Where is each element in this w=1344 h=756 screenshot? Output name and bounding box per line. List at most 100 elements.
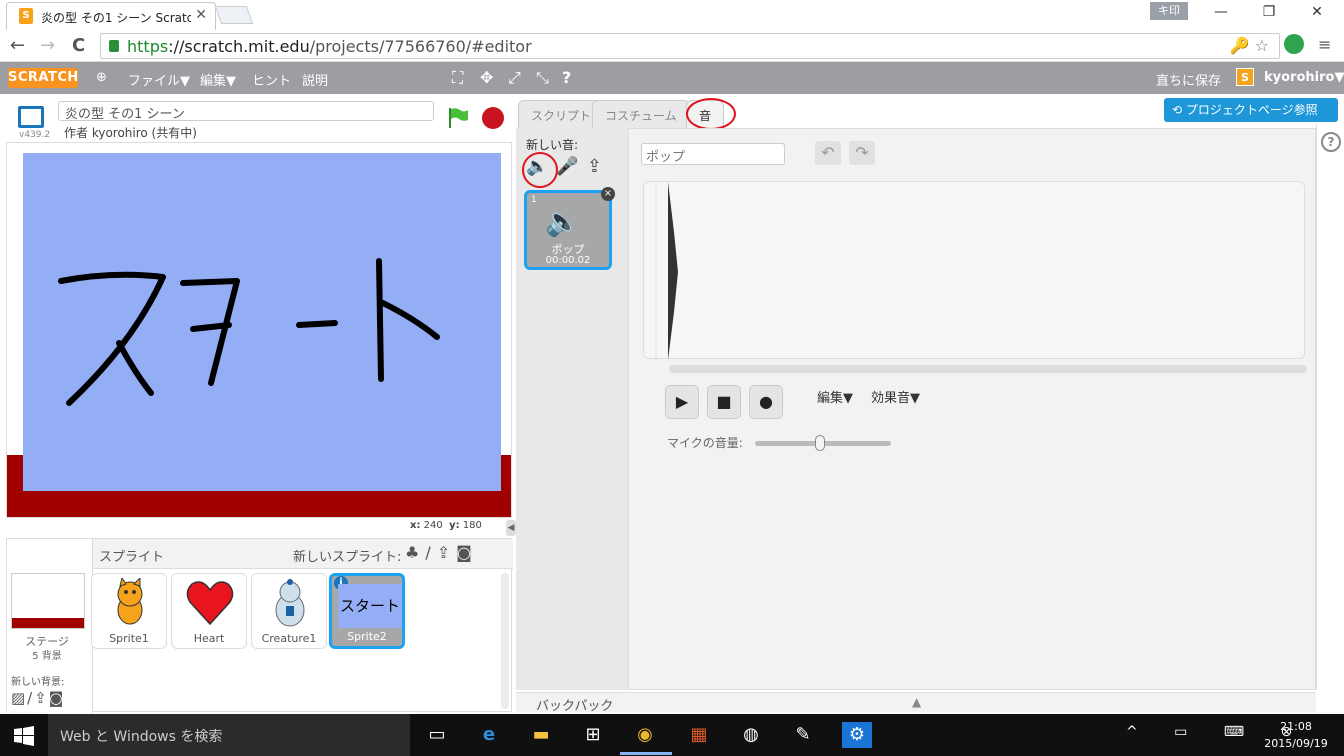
new-tab-button[interactable] (214, 6, 254, 24)
grow-tool-icon[interactable]: ⤢ (508, 68, 521, 88)
edit-dropdown[interactable]: 編集▼ (817, 387, 853, 406)
waveform (655, 182, 678, 360)
save-now-button[interactable]: 直ちに保存 (1156, 70, 1221, 89)
back-button[interactable]: ← (10, 35, 25, 56)
tab-costumes[interactable]: コスチューム (592, 100, 690, 128)
app-grid-icon[interactable]: ▦ (684, 722, 714, 748)
new-backdrop-icons[interactable]: ▨/⇪◙ (11, 689, 65, 707)
stage-backdrop-count: 5 背景 (32, 651, 62, 662)
backpack-bar[interactable]: バックパック ▲ (516, 692, 1316, 714)
tab-title: 炎の型 その1 シーン Scratch 1 (41, 11, 191, 25)
project-title-input[interactable]: 炎の型 その1 シーン (58, 101, 434, 122)
scratch-logo[interactable]: SCRATCH (8, 68, 78, 88)
fullscreen-icon[interactable] (18, 106, 44, 128)
address-bar-row: ← → C https://scratch.mit.edu/projects/7… (0, 30, 1344, 62)
collapse-stage-icon[interactable]: ◀ (506, 520, 516, 536)
sprite-card-creature1[interactable]: Creature1 (251, 573, 327, 649)
redo-button[interactable]: ↷ (849, 141, 875, 165)
sprite-name: Sprite2 (347, 630, 387, 643)
username-menu[interactable]: kyorohiro▼ (1264, 70, 1344, 85)
version-label: v439.2 (19, 130, 51, 140)
menu-edit[interactable]: 編集▼ (200, 70, 236, 89)
delete-tool-icon[interactable]: ✥ (480, 68, 493, 87)
tab-close-icon[interactable]: ✕ (195, 7, 207, 23)
stage-coordinates: x: 240 y: 180 (410, 520, 482, 531)
sprite-card-sprite2[interactable]: i スタート Sprite2 (329, 573, 405, 649)
sound-duration: 00:00.02 (545, 255, 591, 266)
sound-card[interactable]: 1 🔈 ポップ 00:00.02 × (524, 187, 615, 270)
annotation-circle-library (522, 152, 558, 188)
duplicate-tool-icon[interactable]: ⛶ (452, 68, 463, 88)
stage-thumbnail[interactable] (11, 573, 85, 629)
file-explorer-icon[interactable]: ▬ (526, 722, 556, 748)
waveform-view[interactable] (643, 181, 1305, 360)
help-strip: ? (1316, 124, 1344, 690)
paint-icon[interactable]: ✎ (788, 722, 818, 748)
scratch-favicon-icon: S (19, 8, 33, 24)
chrome-menu-icon[interactable]: ≡ (1318, 35, 1331, 54)
new-sound-label: 新しい音: (526, 138, 579, 152)
reader-icon[interactable]: ◍ (736, 722, 766, 748)
sound-name-input[interactable]: ポップ (641, 143, 785, 165)
menu-tips[interactable]: ヒント (252, 70, 291, 89)
settings-icon[interactable]: ⚙ (842, 722, 872, 748)
project-page-button[interactable]: ⟲ プロジェクトページ参照 (1164, 98, 1338, 122)
globe-icon[interactable]: ⊕ (96, 70, 107, 85)
windows-taskbar: Web と Windows を検索 ▭ e ▬ ⊞ ◉ ▦ ◍ ✎ ⚙ ^ ▭ … (0, 714, 1344, 756)
sprite-panel: ステージ 5 背景 新しい背景: ▨/⇪◙ スプライト 新しいスプライト: ♣/… (6, 538, 513, 713)
green-flag-icon[interactable] (446, 106, 470, 130)
store-icon[interactable]: ⊞ (578, 722, 608, 748)
backpack-label: バックパック (536, 699, 614, 714)
sprites-label: スプライト (99, 550, 165, 565)
new-sprite-label: 新しいスプライト: (293, 550, 402, 565)
minimize-button[interactable]: — (1206, 4, 1236, 20)
clock[interactable]: 21:08 2015/09/19 (1260, 718, 1332, 752)
record-button[interactable]: ● (749, 385, 783, 419)
help-icon[interactable]: ? (1321, 132, 1341, 152)
forward-button[interactable]: → (40, 35, 55, 56)
scratch-menubar: SCRATCH ⊕ ファイル▼ 編集▼ ヒント 説明 ⛶ ✥ ⤢ ⤡ ? 直ちに… (0, 62, 1344, 94)
expand-backpack-icon[interactable]: ▲ (912, 695, 921, 709)
sound-editor: ポップ ↶ ↷ ▶ ■ ● 編集▼ 効果音▼ マイクの音量: (628, 128, 1316, 690)
windows-start-icon[interactable] (14, 726, 34, 746)
chrome-icon[interactable]: ◉ (630, 722, 660, 748)
delete-sound-icon[interactable]: × (601, 187, 615, 201)
extension-icon[interactable] (1284, 34, 1304, 54)
window-profile-badge[interactable]: キ印 (1150, 2, 1188, 20)
stage[interactable] (6, 142, 512, 518)
sprite2-on-stage[interactable] (23, 153, 501, 491)
new-backdrop-label: 新しい背景: (11, 677, 65, 688)
edge-icon[interactable]: e (474, 722, 504, 748)
sprite-scrollbar[interactable] (501, 573, 509, 709)
taskbar-search[interactable]: Web と Windows を検索 (48, 714, 410, 756)
reload-button[interactable]: C (72, 35, 85, 56)
start-handwriting (58, 258, 440, 406)
stop-sign-icon[interactable] (482, 107, 504, 129)
sprite-card-heart[interactable]: Heart (171, 573, 247, 649)
sprite-card-sprite1[interactable]: Sprite1 (91, 573, 167, 649)
browser-tab[interactable]: S 炎の型 その1 シーン Scratch 1 ✕ (6, 2, 216, 30)
author-label: 作者 kyorohiro (共有中) (64, 126, 197, 140)
mic-volume-knob[interactable] (815, 435, 826, 451)
shrink-tool-icon[interactable]: ⤡ (536, 68, 549, 88)
waveform-scrollbar[interactable] (669, 365, 1307, 373)
help-tool-icon[interactable]: ? (562, 68, 571, 87)
omnibox-icons[interactable]: 🔑 ☆ (1230, 36, 1269, 55)
user-avatar[interactable]: S (1236, 68, 1254, 86)
menu-file[interactable]: ファイル▼ (128, 70, 190, 89)
close-window-button[interactable]: ✕ (1302, 4, 1332, 20)
restore-button[interactable]: ❐ (1254, 4, 1284, 20)
effects-dropdown[interactable]: 効果音▼ (871, 387, 920, 406)
sprite-name: Heart (193, 632, 225, 645)
mic-volume-label: マイクの音量: (667, 436, 743, 450)
task-view-icon[interactable]: ▭ (422, 722, 452, 748)
speaker-icon: 🔈 (545, 205, 580, 238)
omnibox[interactable]: https://scratch.mit.edu/projects/7756676… (100, 33, 1280, 59)
play-button[interactable]: ▶ (665, 385, 699, 419)
menu-about[interactable]: 説明 (302, 70, 328, 89)
stop-button[interactable]: ■ (707, 385, 741, 419)
undo-button[interactable]: ↶ (815, 141, 841, 165)
stage-thumbnail-column: ステージ 5 背景 新しい背景: ▨/⇪◙ (7, 539, 93, 713)
new-sprite-icons[interactable]: ♣/⇪◙ (405, 543, 478, 562)
sprite-name: Sprite1 (109, 632, 149, 645)
